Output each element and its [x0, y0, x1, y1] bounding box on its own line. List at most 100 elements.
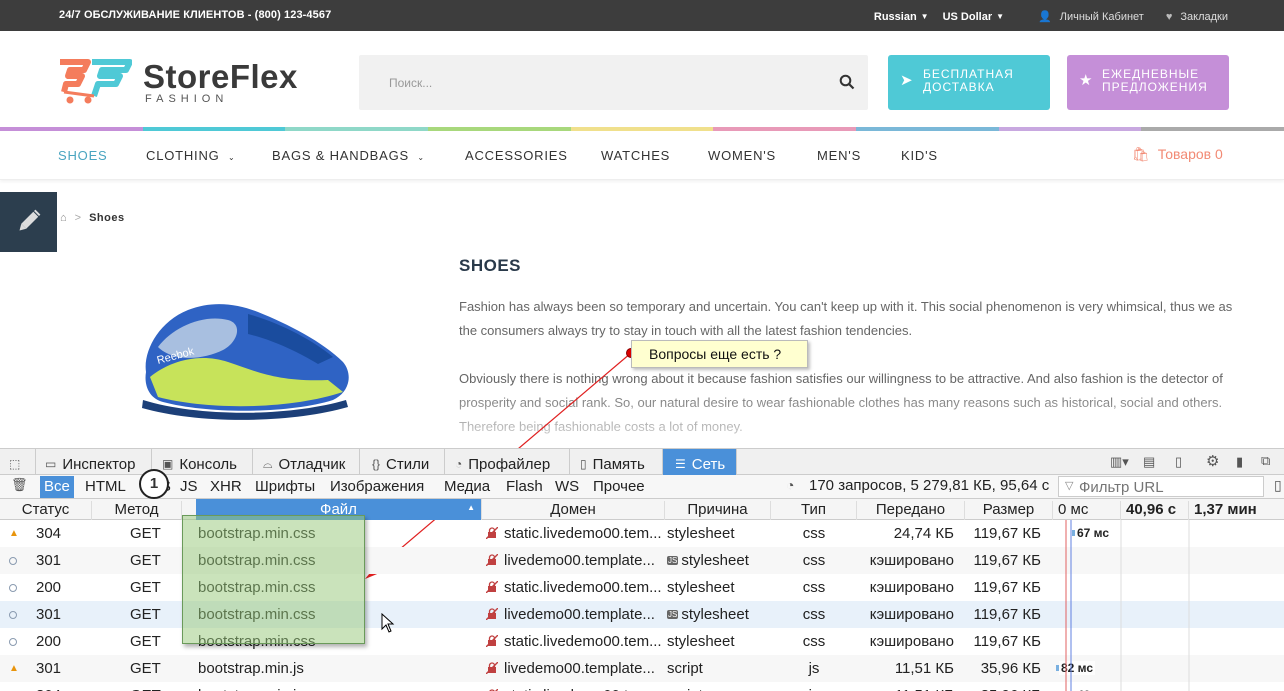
cause-cell: script: [667, 687, 703, 691]
filter-media[interactable]: Медиа: [440, 476, 494, 498]
debugger-icon: ⌓: [263, 456, 273, 471]
sort-ascending-icon: ▲: [467, 503, 475, 512]
edit-panel-toggle[interactable]: [0, 192, 57, 252]
language-selector[interactable]: Russian ▼: [874, 11, 929, 23]
filter-fonts[interactable]: Шрифты: [251, 476, 319, 498]
size-cell: 119,67 КБ: [973, 633, 1041, 650]
nav-item-clothing[interactable]: CLOTHING ⌄: [146, 148, 236, 163]
filter-flash[interactable]: Flash: [502, 476, 547, 498]
tab-label: Инспектор: [62, 455, 136, 473]
search-input[interactable]: [359, 55, 829, 110]
filter-all[interactable]: Все: [40, 476, 74, 498]
gear-icon[interactable]: ⚙: [1206, 452, 1219, 470]
currency-selector[interactable]: US Dollar ▼: [943, 11, 1004, 23]
scratchpad-icon[interactable]: ▤: [1143, 454, 1155, 470]
col-type[interactable]: Тип: [771, 501, 857, 520]
col-size[interactable]: Размер: [965, 501, 1053, 520]
cause-text: stylesheet: [667, 633, 735, 650]
status-cell: 301: [36, 606, 62, 623]
cause-text: script: [667, 687, 703, 691]
tab-inspector[interactable]: ▭ Инспектор: [36, 449, 152, 475]
split-console-icon[interactable]: ▮: [1236, 454, 1243, 470]
tab-console[interactable]: ▣ Консоль: [152, 449, 253, 475]
tab-debugger[interactable]: ⌓ Отладчик: [253, 449, 360, 475]
domain-cell: static.livedemo00.tem...: [486, 579, 661, 596]
network-icon: ☰: [675, 457, 686, 471]
account-label: Личный Кабинет: [1059, 10, 1144, 23]
home-icon[interactable]: ⌂: [60, 212, 67, 224]
tab-network[interactable]: ☰ Сеть: [663, 449, 737, 475]
search-icon[interactable]: [839, 74, 855, 90]
filter-xhr[interactable]: XHR: [206, 476, 246, 498]
pick-element-button[interactable]: ⬚: [0, 449, 36, 475]
account-link[interactable]: 👤 Личный Кабинет: [1038, 10, 1144, 24]
filter-ws[interactable]: WS: [551, 476, 583, 498]
size-cell: 35,96 КБ: [980, 660, 1041, 677]
filter-images[interactable]: Изображения: [326, 476, 428, 498]
filter-html[interactable]: HTML: [81, 476, 130, 498]
domain-cell: static.livedemo00.tem...: [486, 687, 661, 691]
cause-cell: stylesheet: [667, 633, 735, 650]
domain-text: static.livedemo00.tem...: [504, 579, 661, 596]
transferred-cell: кэшировано: [869, 633, 954, 650]
tab-memory[interactable]: ▯ Память: [570, 449, 663, 475]
free-shipping-button[interactable]: ➤ БЕСПЛАТНАЯ ДОСТАВКА: [888, 55, 1050, 110]
support-phone: 24/7 ОБСЛУЖИВАНИЕ КЛИЕНТОВ - (800) 123-4…: [59, 9, 332, 21]
size-cell: 35,96 КБ: [965, 687, 1041, 691]
type-cell: css: [802, 525, 826, 542]
breadcrumb-separator: >: [74, 212, 82, 224]
cause-text: stylesheet: [667, 579, 735, 596]
filter-other[interactable]: Прочее: [589, 476, 649, 498]
col-status[interactable]: Статус: [0, 501, 92, 520]
nav-item-kids[interactable]: KID'S: [901, 148, 938, 163]
currency-label: US Dollar: [942, 10, 993, 23]
store-logo[interactable]: StoreFlex FASHION: [58, 58, 338, 108]
insecure-lock-icon: [486, 662, 498, 674]
method-cell: GET: [130, 660, 161, 677]
insecure-lock-icon: [486, 581, 498, 593]
domain-cell: livedemo00.template...: [486, 606, 661, 623]
tab-styles[interactable]: {} Стили: [360, 449, 445, 475]
cause-text: script: [667, 660, 703, 677]
responsive-mode-icon[interactable]: ▯: [1175, 454, 1182, 470]
status-cell: 304: [36, 525, 62, 542]
reload-stats-icon[interactable]: ◔: [786, 477, 794, 493]
col-cause[interactable]: Причина: [665, 501, 771, 520]
request-row[interactable]: ▲ 301 GET bootstrap.min.js livedemo00.templa…: [0, 655, 1284, 682]
nav-item-accessories[interactable]: ACCESSORIES: [465, 148, 568, 163]
daily-deals-button[interactable]: ★ ЕЖЕДНЕВНЫЕ ПРЕДЛОЖЕНИЯ: [1067, 55, 1229, 110]
status-cell: 301: [36, 660, 62, 677]
devtools-toolbar: ⬚ ▭ Инспектор ▣ Консоль ⌓ Отладчик {} Стили …: [0, 448, 1284, 475]
chevron-down-icon: ▼: [920, 12, 929, 21]
col-method[interactable]: Метод: [92, 501, 182, 520]
domain-cell: static.livedemo00.tem...: [486, 633, 661, 650]
cause-cell: stylesheet: [667, 579, 735, 596]
nav-item-shoes[interactable]: SHOES: [58, 148, 108, 163]
cart-link[interactable]: 🛍 Товаров 0: [1132, 146, 1223, 163]
cause-text: stylesheet: [667, 525, 735, 542]
bookmarks-link[interactable]: ♥ Закладки: [1166, 11, 1228, 23]
separate-window-icon[interactable]: ⧉: [1261, 453, 1270, 469]
col-domain[interactable]: Домен: [482, 501, 665, 520]
domain-text: livedemo00.template...: [504, 552, 655, 569]
nav-item-womens[interactable]: WOMEN'S: [708, 148, 776, 163]
trash-icon[interactable]: 🗑: [11, 477, 28, 493]
request-row[interactable]: ▲304GETbootstrap.min.jsstatic.livedemo00…: [0, 682, 1284, 691]
shopping-bag-icon: 🛍: [1132, 146, 1150, 162]
transferred-cell: кэшировано: [869, 552, 954, 569]
dock-layout-icon[interactable]: ▥▾: [1110, 454, 1129, 470]
type-cell: css: [802, 633, 826, 650]
file-cell: bootstrap.min.js: [198, 660, 304, 677]
nav-label: BAGS & HANDBAGS: [272, 148, 409, 163]
status-circle-icon: [9, 611, 17, 619]
toggle-sidebar-icon[interactable]: ▯: [1274, 477, 1282, 494]
nav-label: CLOTHING: [146, 148, 220, 163]
tab-profiler[interactable]: ◔ Профайлер: [445, 449, 570, 475]
filter-js[interactable]: JS: [176, 476, 202, 498]
filter-url-input[interactable]: [1058, 476, 1264, 497]
nav-item-watches[interactable]: WATCHES: [601, 148, 670, 163]
nav-item-mens[interactable]: MEN'S: [817, 148, 861, 163]
col-transferred[interactable]: Передано: [857, 501, 965, 520]
nav-item-bags[interactable]: BAGS & HANDBAGS ⌄: [272, 148, 425, 163]
pencil-icon: [19, 209, 41, 231]
